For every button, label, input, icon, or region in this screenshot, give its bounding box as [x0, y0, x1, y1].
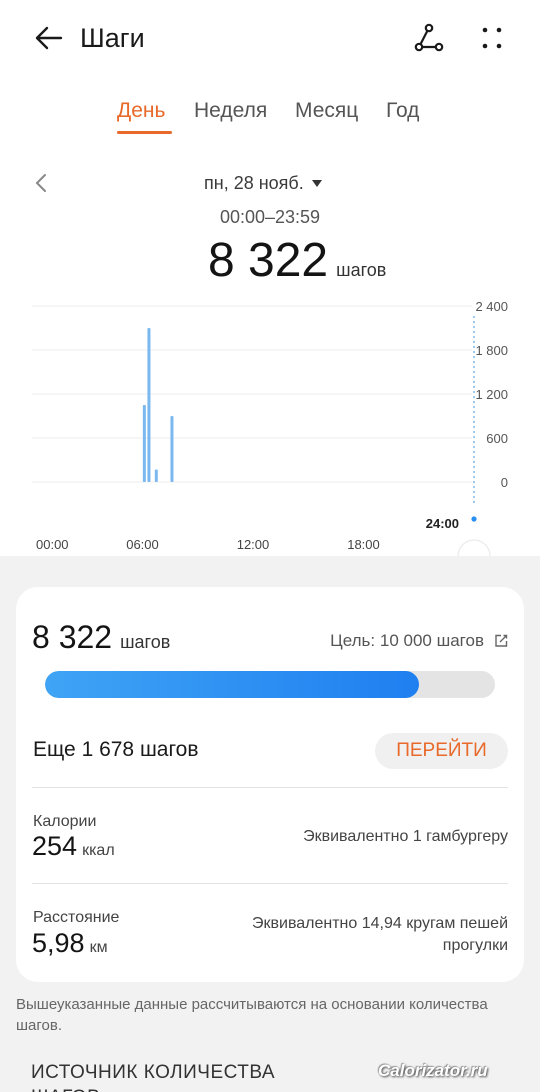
calories-value: 254 — [32, 831, 78, 861]
previous-day-button[interactable] — [30, 170, 52, 196]
time-cursor-dot — [471, 516, 477, 522]
steps-unit: шагов — [120, 632, 171, 652]
chart-bar — [154, 469, 158, 482]
steps-value: 8 322 — [32, 619, 113, 655]
tab-year[interactable]: Год — [386, 95, 419, 127]
y-tick-label: 1 200 — [475, 387, 508, 402]
footnote: Вышеуказанные данные рассчитываются на о… — [16, 996, 488, 1034]
tab-week[interactable]: Неделя — [194, 95, 267, 127]
date-label: пн, 28 нояб. — [204, 172, 304, 193]
y-tick-label: 0 — [501, 475, 508, 490]
more-options-button[interactable] — [474, 20, 510, 56]
total-steps: 8 322 шагов — [208, 233, 386, 289]
goal-progress-fill — [45, 671, 420, 698]
arrow-left-icon — [35, 26, 63, 50]
page-title: Шаги — [80, 23, 145, 53]
watermark: Calorizator.ru — [378, 1061, 488, 1080]
tab-day[interactable]: День — [117, 95, 165, 127]
y-tick-label: 1 800 — [475, 343, 508, 358]
x-tick-label: 06:00 — [126, 537, 159, 552]
goal-progress-bar — [45, 671, 495, 698]
chevron-left-icon — [35, 174, 46, 192]
active-tab-indicator — [117, 131, 172, 134]
summary-card: 8 322 шагов Цель: 10 000 шагов Еще 1 678… — [16, 587, 524, 982]
steps-chart[interactable]: 2 400 1 800 1 200 600 0 24:00 00:00 06:00 12:00 1… — [0, 296, 540, 556]
calories-label: Калории — [33, 813, 97, 830]
edit-icon — [495, 634, 508, 647]
distance-unit: км — [89, 939, 108, 956]
distance-equivalent: Эквивалентно 14,94 кругам пешей прогулки — [252, 915, 508, 954]
calories-unit: ккал — [82, 842, 115, 859]
total-steps-value: 8 322 — [208, 234, 329, 287]
more-dots-icon — [482, 27, 502, 49]
goal-label: Цель: 10 000 шагов — [330, 631, 484, 650]
route-icon — [414, 23, 444, 52]
y-tick-label: 2 400 — [475, 299, 508, 314]
period-tabs: День Неделя Месяц Год — [0, 95, 540, 135]
caret-down-icon — [311, 179, 322, 187]
x-end-label: 24:00 — [426, 516, 459, 531]
app-bar: Шаги — [0, 0, 540, 76]
chart-bar — [147, 328, 151, 482]
divider — [32, 787, 508, 788]
steps-summary: 8 322 шагов — [32, 617, 170, 657]
go-button[interactable]: ПЕРЕЙТИ — [375, 733, 508, 769]
route-button[interactable] — [410, 20, 448, 56]
divider — [32, 883, 508, 884]
scrubber-handle — [457, 539, 491, 556]
chart-bar — [142, 405, 146, 482]
top-panel: Шаги День Неделя Месяц Год пн, 28 нояб. … — [0, 0, 540, 556]
back-button[interactable] — [28, 20, 68, 56]
y-tick-label: 600 — [486, 431, 508, 446]
calories-value-row: 254 ккал — [32, 831, 115, 862]
distance-label: Расстояние — [33, 909, 120, 926]
x-tick-label: 18:00 — [347, 537, 380, 552]
x-tick-label: 00:00 — [36, 537, 69, 552]
tab-month[interactable]: Месяц — [295, 95, 358, 127]
calories-equivalent: Эквивалентно 1 гамбургеру — [303, 828, 508, 845]
total-steps-unit: шагов — [336, 260, 387, 280]
distance-value: 5,98 — [32, 928, 85, 958]
goal-button[interactable]: Цель: 10 000 шагов — [330, 631, 508, 651]
distance-value-row: 5,98 км — [32, 928, 108, 959]
remaining-steps: Еще 1 678 шагов — [33, 738, 199, 761]
source-section-heading: ИСТОЧНИК КОЛИЧЕСТВА ШАГОВ — [31, 1062, 276, 1092]
chart-bar — [170, 416, 174, 482]
time-range: 00:00–23:59 — [219, 207, 321, 227]
date-selector[interactable]: пн, 28 нояб. — [204, 170, 322, 196]
x-tick-label: 12:00 — [237, 537, 270, 552]
